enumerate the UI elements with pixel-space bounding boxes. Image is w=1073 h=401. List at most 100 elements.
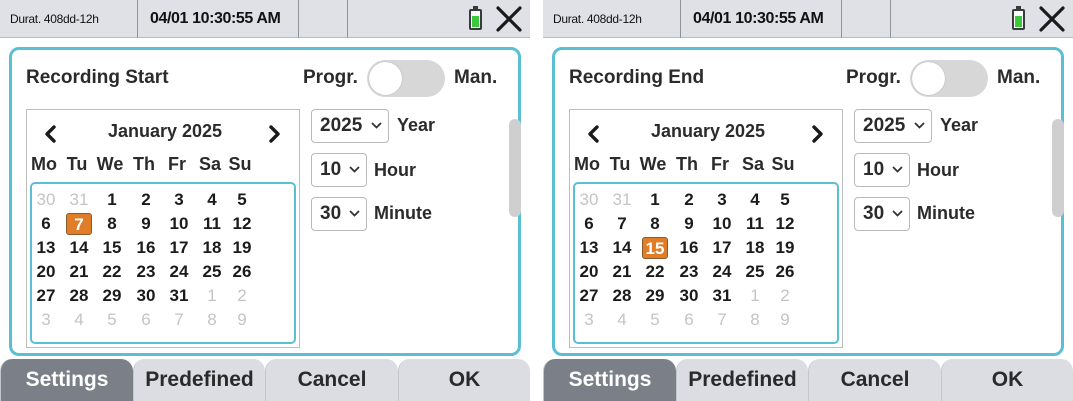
minute-select[interactable]: 30 [854, 197, 910, 231]
calendar-day[interactable]: 8 [199, 309, 225, 331]
calendar-day[interactable]: 30 [676, 285, 702, 307]
calendar-day[interactable]: 5 [99, 309, 125, 331]
calendar-day[interactable]: 7 [166, 309, 192, 331]
cancel-button[interactable]: Cancel [808, 359, 941, 401]
cancel-button[interactable]: Cancel [265, 359, 398, 401]
calendar-day[interactable]: 6 [576, 213, 602, 235]
calendar-day[interactable]: 18 [742, 237, 768, 259]
calendar-day[interactable]: 12 [772, 213, 798, 235]
calendar-day[interactable]: 5 [772, 189, 798, 211]
calendar-day[interactable]: 2 [772, 285, 798, 307]
calendar-day[interactable]: 10 [709, 213, 735, 235]
calendar-day[interactable]: 2 [133, 189, 159, 211]
calendar-day[interactable]: 30 [133, 285, 159, 307]
predefined-button[interactable]: Predefined [676, 359, 808, 401]
calendar-day[interactable]: 23 [133, 261, 159, 283]
minute-select[interactable]: 30 [311, 197, 367, 231]
calendar-day[interactable]: 26 [772, 261, 798, 283]
calendar-day[interactable]: 23 [676, 261, 702, 283]
calendar-day[interactable]: 22 [99, 261, 125, 283]
calendar-day[interactable]: 1 [99, 189, 125, 211]
calendar-day[interactable]: 21 [66, 261, 92, 283]
calendar-day[interactable]: 8 [642, 213, 668, 235]
calendar-day[interactable]: 4 [742, 189, 768, 211]
scrollbar[interactable] [509, 119, 521, 217]
calendar-day[interactable]: 28 [66, 285, 92, 307]
calendar-day[interactable]: 11 [199, 213, 225, 235]
calendar-day[interactable]: 25 [199, 261, 225, 283]
close-icon[interactable] [494, 3, 524, 35]
calendar-day[interactable]: 1 [742, 285, 768, 307]
calendar-day[interactable]: 6 [133, 309, 159, 331]
calendar-day[interactable]: 31 [66, 189, 92, 211]
toggle-knob[interactable] [912, 62, 945, 95]
calendar-day[interactable]: 9 [229, 309, 255, 331]
hour-select[interactable]: 10 [854, 153, 910, 187]
ok-button[interactable]: OK [941, 359, 1073, 401]
calendar-day[interactable]: 14 [66, 237, 92, 259]
calendar-day[interactable]: 21 [609, 261, 635, 283]
calendar-day[interactable]: 9 [676, 213, 702, 235]
calendar-day[interactable]: 3 [709, 189, 735, 211]
calendar-day[interactable]: 6 [676, 309, 702, 331]
calendar-day[interactable]: 25 [742, 261, 768, 283]
calendar-day[interactable]: 9 [772, 309, 798, 331]
calendar-day[interactable]: 29 [642, 285, 668, 307]
calendar-day[interactable]: 4 [199, 189, 225, 211]
calendar-day[interactable]: 4 [66, 309, 92, 331]
calendar-day[interactable]: 13 [33, 237, 59, 259]
calendar-day[interactable]: 16 [133, 237, 159, 259]
calendar-day[interactable]: 18 [199, 237, 225, 259]
calendar-day[interactable]: 31 [166, 285, 192, 307]
calendar-day[interactable]: 3 [576, 309, 602, 331]
calendar-day[interactable]: 8 [99, 213, 125, 235]
year-select[interactable]: 2025 [311, 109, 389, 143]
calendar-day[interactable]: 27 [576, 285, 602, 307]
calendar-day[interactable]: 7 [66, 213, 92, 235]
calendar-day[interactable]: 5 [642, 309, 668, 331]
year-select[interactable]: 2025 [854, 109, 932, 143]
calendar-day[interactable]: 24 [166, 261, 192, 283]
calendar-day[interactable]: 12 [229, 213, 255, 235]
calendar-day[interactable]: 30 [33, 189, 59, 211]
calendar-day[interactable]: 3 [33, 309, 59, 331]
calendar-day[interactable]: 29 [99, 285, 125, 307]
calendar-day[interactable]: 27 [33, 285, 59, 307]
calendar-day[interactable]: 17 [166, 237, 192, 259]
calendar-day[interactable]: 4 [609, 309, 635, 331]
calendar-day[interactable]: 15 [642, 237, 668, 259]
calendar-day[interactable]: 26 [229, 261, 255, 283]
hour-select[interactable]: 10 [311, 153, 367, 187]
calendar-day[interactable]: 13 [576, 237, 602, 259]
calendar-day[interactable]: 19 [229, 237, 255, 259]
calendar-day[interactable]: 22 [642, 261, 668, 283]
calendar-day[interactable]: 16 [676, 237, 702, 259]
calendar-day[interactable]: 28 [609, 285, 635, 307]
calendar-day[interactable]: 6 [33, 213, 59, 235]
calendar-day[interactable]: 31 [609, 189, 635, 211]
calendar-day[interactable]: 7 [609, 213, 635, 235]
calendar-day[interactable]: 17 [709, 237, 735, 259]
calendar-day[interactable]: 5 [229, 189, 255, 211]
close-icon[interactable] [1037, 3, 1067, 35]
calendar-day[interactable]: 11 [742, 213, 768, 235]
chevron-right-icon[interactable] [261, 121, 287, 147]
ok-button[interactable]: OK [398, 359, 530, 401]
toggle-knob[interactable] [369, 62, 402, 95]
calendar-day[interactable]: 1 [199, 285, 225, 307]
chevron-left-icon[interactable] [38, 121, 64, 147]
scrollbar[interactable] [1052, 119, 1064, 217]
calendar-day[interactable]: 1 [642, 189, 668, 211]
calendar-day[interactable]: 14 [609, 237, 635, 259]
mode-toggle[interactable] [910, 60, 988, 97]
mode-toggle[interactable] [367, 60, 445, 97]
calendar-day[interactable]: 19 [772, 237, 798, 259]
chevron-left-icon[interactable] [581, 121, 607, 147]
calendar-day[interactable]: 8 [742, 309, 768, 331]
calendar-day[interactable]: 30 [576, 189, 602, 211]
settings-button[interactable]: Settings [0, 359, 133, 401]
chevron-right-icon[interactable] [804, 121, 830, 147]
calendar-day[interactable]: 31 [709, 285, 735, 307]
calendar-day[interactable]: 15 [99, 237, 125, 259]
calendar-day[interactable]: 24 [709, 261, 735, 283]
